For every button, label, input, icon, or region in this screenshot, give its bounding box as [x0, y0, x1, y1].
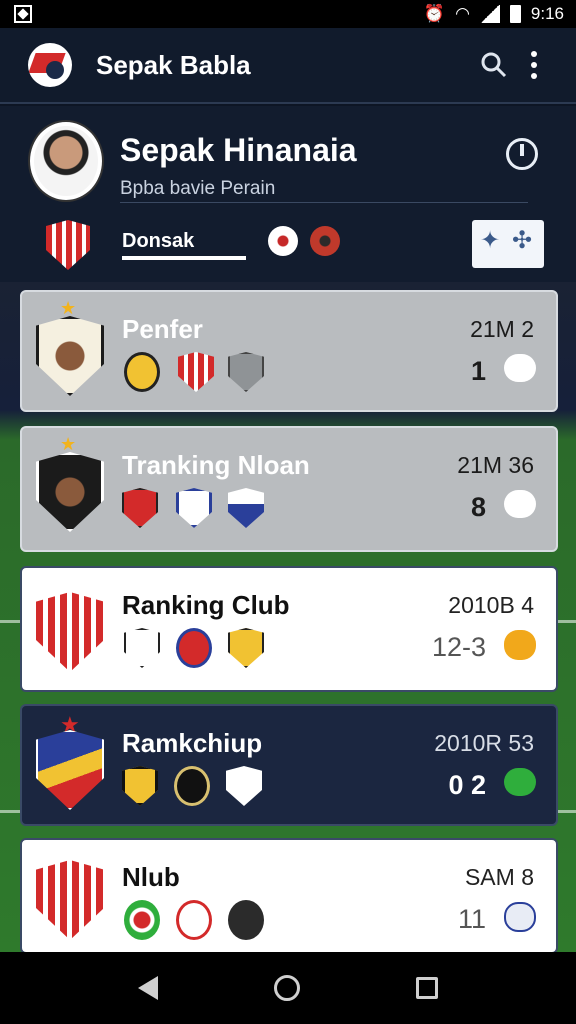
wifi-icon: ◠	[455, 4, 470, 23]
search-icon[interactable]	[474, 45, 514, 85]
ranking-card[interactable]: ★ Ramkchiup 2010R 53 0 2	[20, 704, 558, 826]
card-number: 11	[457, 904, 486, 934]
soccer-ball-icon	[268, 226, 298, 256]
club-badge-icon	[228, 488, 264, 528]
divider	[120, 202, 528, 203]
club-crest-icon	[46, 220, 90, 270]
club-badge-icon	[122, 488, 158, 528]
club-badge-icon	[178, 352, 214, 392]
card-title: Penfer	[122, 314, 203, 344]
app-notification-icon	[14, 5, 32, 23]
more-vert-icon[interactable]	[514, 51, 554, 79]
club-badge-icon	[228, 900, 264, 940]
card-title: Ramkchiup	[122, 728, 263, 758]
status-bar: ⏰ ◠ 9:16	[0, 0, 576, 28]
ranking-card[interactable]: ★ Penfer 21M 2 1	[20, 290, 558, 412]
home-icon[interactable]	[274, 975, 300, 1001]
card-number: 1	[470, 356, 486, 386]
status-pill-icon	[504, 354, 536, 382]
club-badge-icon	[124, 352, 160, 392]
club-crest-icon	[36, 860, 104, 940]
club-badge-icon	[124, 900, 160, 940]
club-badge-icon	[310, 226, 340, 256]
club-badge-icon	[122, 766, 158, 806]
club-crest-icon	[36, 592, 104, 672]
club-badge-icon	[228, 628, 264, 668]
badge-icon[interactable]	[472, 220, 544, 268]
card-meta: SAM 8	[464, 864, 534, 890]
status-pill-icon	[504, 902, 536, 932]
club-badge-icon	[176, 900, 212, 940]
card-meta: 2010B 4	[448, 592, 534, 618]
status-pill-icon	[504, 630, 536, 660]
club-badge-icon	[174, 766, 210, 806]
profile-header: Sepak Hinanaia Bpba bavie Perain Donsak	[0, 106, 576, 282]
avatar[interactable]	[30, 122, 102, 200]
card-meta: 2010R 53	[434, 730, 534, 756]
power-icon[interactable]	[506, 138, 538, 170]
club-badge-icon	[176, 488, 212, 528]
back-icon[interactable]	[138, 976, 158, 1000]
card-meta: 21M 36	[457, 452, 534, 478]
status-time: 9:16	[530, 4, 564, 23]
profile-name: Sepak Hinanaia	[120, 132, 357, 168]
app-bar: Sepak Babla	[0, 28, 576, 104]
card-number: 8	[470, 492, 486, 522]
app-title: Sepak Babla	[96, 49, 251, 80]
card-title: Tranking Nloan	[122, 450, 310, 480]
alarm-icon: ⏰	[423, 4, 446, 23]
recent-apps-icon[interactable]	[416, 977, 438, 999]
card-meta: 21M 2	[470, 316, 534, 342]
card-number: 12-3	[431, 632, 486, 662]
club-crest-icon	[36, 730, 104, 810]
club-badge-icon	[228, 352, 264, 392]
card-title: Nlub	[122, 862, 180, 892]
ranking-card[interactable]: Nlub SAM 8 11	[20, 838, 558, 954]
club-badge-icon	[226, 766, 262, 806]
tag-label[interactable]: Donsak	[122, 230, 194, 253]
tab-indicator	[122, 256, 246, 260]
profile-subtitle: Bpba bavie Perain	[120, 178, 276, 199]
signal-icon	[479, 5, 500, 23]
player-crest-icon	[36, 452, 104, 532]
status-pill-icon	[504, 490, 536, 518]
star-icon: ★	[60, 434, 77, 454]
ranking-card[interactable]: ★ Tranking Nloan 21M 36 8	[20, 426, 558, 552]
club-badge-icon	[124, 628, 160, 668]
status-pill-icon	[504, 768, 536, 796]
card-title: Ranking Club	[122, 590, 290, 620]
card-number: 0 2	[448, 770, 486, 800]
battery-icon	[509, 5, 521, 23]
star-icon: ★	[60, 298, 77, 318]
system-nav-bar	[0, 952, 576, 1024]
app-logo-icon	[28, 43, 72, 87]
ranking-card[interactable]: Ranking Club 2010B 4 12-3	[20, 566, 558, 692]
club-badge-icon	[176, 628, 212, 668]
player-crest-icon	[36, 316, 104, 396]
